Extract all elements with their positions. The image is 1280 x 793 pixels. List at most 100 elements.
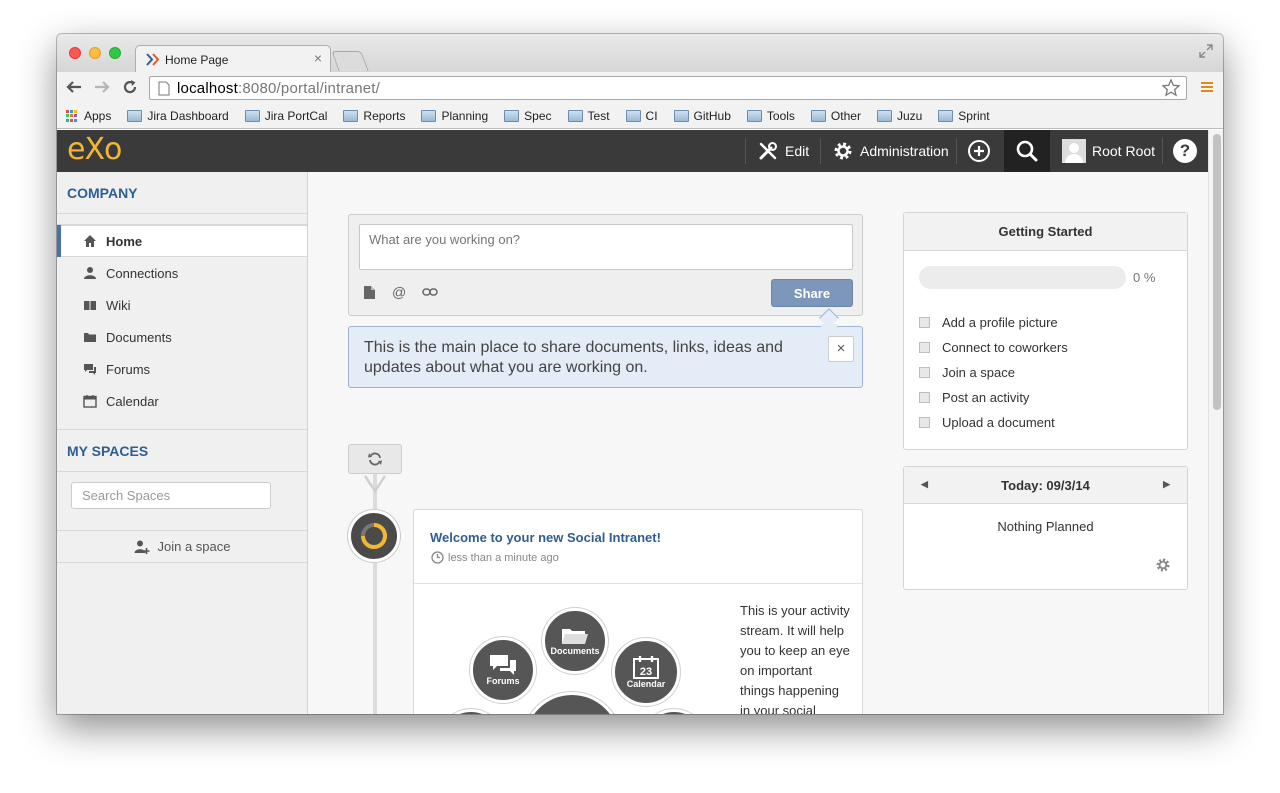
search-spaces-input[interactable] xyxy=(71,482,271,509)
folder-icon xyxy=(504,110,520,122)
join-space-button[interactable]: Join a space xyxy=(57,530,307,563)
search-icon xyxy=(1016,140,1038,162)
bookmark-juzu[interactable]: Juzu xyxy=(876,109,923,123)
bookmark-label: GitHub xyxy=(693,109,731,123)
left-sidebar: COMPANY Home Connections Wiki Documents … xyxy=(57,172,308,714)
browser-tab-home[interactable]: Home Page × xyxy=(135,45,331,73)
gear-icon[interactable] xyxy=(1155,557,1171,573)
window-close-button[interactable] xyxy=(69,47,81,59)
fullscreen-icon[interactable] xyxy=(1199,44,1213,58)
exo-top-bar: eXo Edit Administration Root Root ? xyxy=(57,130,1208,172)
help-icon: ? xyxy=(1173,139,1197,163)
next-day-icon[interactable]: ▶ xyxy=(1163,479,1170,490)
browser-titlebar: Home Page × xyxy=(57,34,1223,73)
bookmark-sprint[interactable]: Sprint xyxy=(938,109,990,123)
folder-icon xyxy=(127,110,143,122)
bookmark-test[interactable]: Test xyxy=(567,109,610,123)
task-add-profile-picture[interactable]: Add a profile picture xyxy=(919,310,1068,335)
folder-icon xyxy=(343,110,359,122)
search-button[interactable] xyxy=(1004,130,1050,172)
task-checkbox[interactable] xyxy=(919,317,930,328)
task-post-activity[interactable]: Post an activity xyxy=(919,385,1068,410)
forums-bubble: Forums xyxy=(470,637,536,703)
address-bar[interactable]: localhost:8080/portal/intranet/ xyxy=(149,76,1187,100)
add-button[interactable] xyxy=(967,130,991,172)
window-minimize-button[interactable] xyxy=(89,47,101,59)
browser-menu-icon[interactable] xyxy=(1201,82,1213,94)
bubble-label: Forums xyxy=(486,676,520,686)
calendar-icon: 23 xyxy=(633,656,659,679)
tab-close-icon[interactable]: × xyxy=(314,50,322,66)
window-maximize-button[interactable] xyxy=(109,47,121,59)
composer-tip: This is the main place to share document… xyxy=(348,326,863,388)
sidebar-item-documents[interactable]: Documents xyxy=(57,321,307,353)
forward-arrow-icon[interactable] xyxy=(93,78,111,96)
task-checkbox[interactable] xyxy=(919,392,930,403)
folder-icon xyxy=(421,110,437,122)
user-icon xyxy=(84,267,96,279)
task-upload-document[interactable]: Upload a document xyxy=(919,410,1068,435)
attach-file-icon[interactable] xyxy=(363,285,376,300)
sidebar-item-label: Wiki xyxy=(106,297,131,313)
help-button[interactable]: ? xyxy=(1173,130,1197,172)
back-arrow-icon[interactable] xyxy=(65,78,83,96)
tip-close-icon[interactable]: × xyxy=(828,336,854,362)
folder-icon xyxy=(567,110,583,122)
task-checkbox[interactable] xyxy=(919,367,930,378)
page-scrollbar[interactable] xyxy=(1208,130,1223,714)
bookmark-label: Tools xyxy=(766,109,795,123)
new-tab-button[interactable] xyxy=(331,51,369,71)
timeline-chevron-icon xyxy=(363,475,387,494)
bookmark-spec[interactable]: Spec xyxy=(504,109,552,123)
home-icon xyxy=(84,235,96,247)
reload-icon[interactable] xyxy=(121,78,139,96)
clock-icon xyxy=(431,551,444,564)
bookmark-label: CI xyxy=(645,109,658,123)
task-label: Add a profile picture xyxy=(942,315,1058,330)
edit-menu[interactable]: Edit xyxy=(757,130,809,172)
task-checkbox[interactable] xyxy=(919,417,930,428)
bookmark-planning[interactable]: Planning xyxy=(421,109,488,123)
task-checkbox[interactable] xyxy=(919,342,930,353)
bookmark-ci[interactable]: CI xyxy=(625,109,658,123)
refresh-stream-button[interactable] xyxy=(348,444,402,474)
sidebar-item-wiki[interactable]: Wiki xyxy=(57,289,307,321)
bookmark-github[interactable]: GitHub xyxy=(673,109,731,123)
sidebar-item-home[interactable]: Home xyxy=(57,225,307,257)
bookmark-label: Juzu xyxy=(896,109,923,123)
bookmark-jira-portcal[interactable]: Jira PortCal xyxy=(244,109,327,123)
my-spaces-section: MY SPACES Join a space xyxy=(57,429,307,563)
exo-logo[interactable]: eXo xyxy=(67,132,122,167)
activity-timestamp: less than a minute ago xyxy=(431,551,559,564)
administration-menu[interactable]: Administration xyxy=(832,130,949,172)
folder-icon xyxy=(625,110,641,122)
bookmark-star-icon[interactable] xyxy=(1161,78,1181,98)
sidebar-item-connections[interactable]: Connections xyxy=(57,257,307,289)
sidebar-item-label: Home xyxy=(106,233,143,249)
previous-day-icon[interactable]: ◀ xyxy=(921,479,928,490)
scrollbar-thumb[interactable] xyxy=(1213,134,1221,410)
bookmark-jira-dashboard[interactable]: Jira Dashboard xyxy=(127,109,229,123)
sidebar-item-forums[interactable]: Forums xyxy=(57,353,307,385)
task-join-space[interactable]: Join a space xyxy=(919,360,1068,385)
bookmark-apps[interactable]: Apps xyxy=(66,109,111,123)
status-input[interactable] xyxy=(359,224,853,270)
bookmark-other[interactable]: Other xyxy=(810,109,861,123)
book-icon xyxy=(84,301,96,310)
bookmark-tools[interactable]: Tools xyxy=(746,109,795,123)
activity-title[interactable]: Welcome to your new Social Intranet! xyxy=(430,530,661,545)
getting-started-card: Getting Started 0 % Add a profile pictur… xyxy=(903,212,1188,450)
user-name: Root Root xyxy=(1092,143,1156,159)
user-menu[interactable]: Root Root xyxy=(1062,130,1155,172)
share-button[interactable]: Share xyxy=(771,279,853,307)
mention-icon[interactable]: @ xyxy=(392,284,406,300)
sidebar-item-label: Connections xyxy=(106,265,179,281)
task-connect-coworkers[interactable]: Connect to coworkers xyxy=(919,335,1068,360)
sidebar-item-calendar[interactable]: Calendar xyxy=(57,385,307,417)
calendar-widget: ◀ Today: 09/3/14 ▶ Nothing Planned xyxy=(903,466,1188,590)
bubble-label: Calendar xyxy=(626,679,666,689)
link-icon[interactable] xyxy=(422,287,438,297)
bookmark-reports[interactable]: Reports xyxy=(343,109,405,123)
bookmark-label: Other xyxy=(830,109,861,123)
topnav-divider xyxy=(745,138,746,164)
